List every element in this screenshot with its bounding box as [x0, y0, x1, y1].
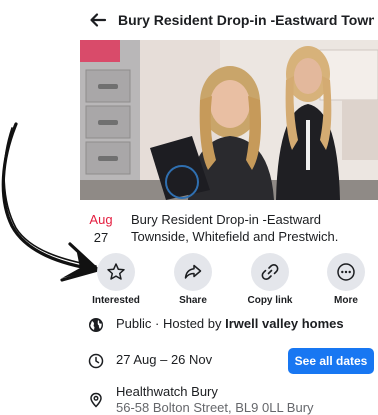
back-arrow-icon[interactable]	[88, 10, 108, 30]
event-day: 27	[93, 230, 109, 245]
event-page: Bury Resident Drop-in -Eastward Town...	[0, 0, 378, 415]
top-bar: Bury Resident Drop-in -Eastward Town...	[0, 0, 378, 40]
copy-link-button-circle[interactable]	[251, 253, 289, 291]
more-button[interactable]: More	[316, 253, 376, 307]
globe-icon	[89, 318, 103, 332]
more-label: More	[334, 295, 358, 306]
event-title: Bury Resident Drop-in -Eastward Townside…	[131, 212, 339, 244]
location-address: 56-58 Bolton Street, BL9 0LL Bury	[116, 400, 314, 415]
copy-link-button[interactable]: Copy link	[240, 253, 300, 307]
share-label: Share	[179, 295, 207, 306]
share-icon	[184, 264, 202, 279]
interested-button[interactable]: Interested	[86, 253, 146, 307]
copy-link-label: Copy link	[247, 295, 293, 306]
interested-label: Interested	[92, 295, 140, 306]
page-title: Bury Resident Drop-in -Eastward Town...	[118, 12, 374, 28]
star-icon	[107, 263, 125, 280]
location-pin-icon	[90, 392, 102, 408]
event-month: Aug	[89, 212, 113, 227]
see-all-dates-button[interactable]: See all dates	[288, 348, 374, 374]
link-icon	[261, 264, 279, 280]
event-dates: 27 Aug – 26 Nov	[116, 352, 213, 367]
interested-button-circle[interactable]	[97, 253, 135, 291]
more-button-circle[interactable]	[327, 253, 365, 291]
clock-icon	[88, 353, 104, 369]
event-cover-photo[interactable]	[80, 40, 378, 200]
privacy-host-text: Public · Hosted by Irwell valley homes	[116, 315, 344, 333]
share-button-circle[interactable]	[174, 253, 212, 291]
more-icon	[337, 263, 355, 281]
share-button[interactable]: Share	[163, 253, 223, 307]
privacy-text: Public · Hosted by	[116, 316, 226, 331]
host-link[interactable]: Irwell valley homes	[225, 316, 344, 331]
event-date-badge: Aug 27	[84, 212, 118, 246]
